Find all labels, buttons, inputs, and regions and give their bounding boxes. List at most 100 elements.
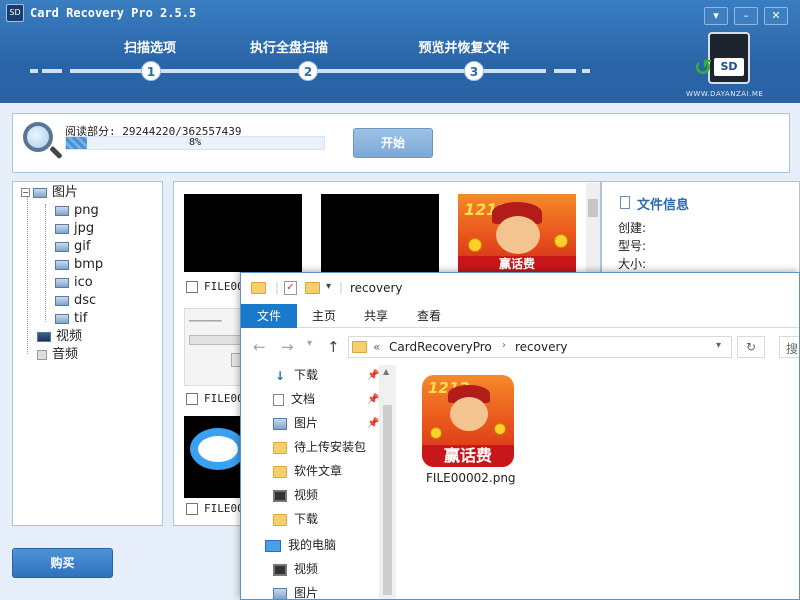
thumbnail-checkbox[interactable] <box>186 503 198 515</box>
tree-item-label: tif <box>74 311 88 326</box>
tree-item-gif[interactable]: gif <box>55 238 90 256</box>
breadcrumb-recovery[interactable]: recovery <box>515 340 568 354</box>
recent-dropdown-icon[interactable]: ▾ <box>307 338 312 349</box>
thumbnail-image[interactable]: 1212 赢话费 <box>458 194 576 272</box>
pictures-icon <box>273 417 287 430</box>
progress-bar: 8% <box>65 136 325 150</box>
nav-item-software-articles[interactable]: 软件文章 <box>273 461 342 481</box>
search-placeholder: 搜 <box>786 342 799 356</box>
nav-item-label: 视频 <box>294 562 319 576</box>
folder-icon <box>251 282 266 294</box>
scroll-up-icon[interactable]: ▲ <box>383 367 389 376</box>
tree-item-png[interactable]: png <box>55 202 99 220</box>
tree-item-pictures[interactable]: − 图片 <box>21 184 78 202</box>
pin-icon[interactable]: 📌 <box>367 394 379 405</box>
tab-file[interactable]: 文件 <box>241 304 297 328</box>
nav-item-computer-videos[interactable]: 视频 <box>273 559 318 579</box>
watermark: WWW.DAYANZAI.ME <box>686 90 764 98</box>
mascot-face <box>496 216 540 254</box>
properties-icon[interactable]: ✓ <box>284 281 297 295</box>
file-name[interactable]: FILE00002.png <box>426 471 516 485</box>
tree-item-label: 图片 <box>52 185 79 200</box>
file-type-tree: − 图片 png jpg gif bmp ico dsc tif 视频 音频 <box>12 181 163 526</box>
thumbnail-checkbox[interactable] <box>186 281 198 293</box>
scrollbar-thumb[interactable] <box>588 199 598 217</box>
magnifier-handle <box>49 145 63 160</box>
scrollbar-thumb[interactable] <box>383 405 392 595</box>
tree-item-tif[interactable]: tif <box>55 310 87 328</box>
coin-icon <box>468 238 482 252</box>
header-bar: SD Card Recovery Pro 2.5.5 ▾ – ✕ 扫描选项 1 … <box>0 0 800 103</box>
close-button[interactable]: ✕ <box>764 7 788 25</box>
tree-connector <box>27 194 28 354</box>
pin-icon[interactable]: 📌 <box>367 370 379 381</box>
refresh-button[interactable]: ↻ <box>737 336 765 358</box>
up-arrow-icon[interactable]: ↑ <box>327 338 340 356</box>
address-dropdown-icon[interactable]: ▾ <box>716 340 721 351</box>
nav-item-downloads-folder[interactable]: 下载 <box>273 509 318 529</box>
navigation-scrollbar[interactable]: ▲ <box>379 365 396 599</box>
tree-item-bmp[interactable]: bmp <box>55 256 103 274</box>
back-arrow-icon[interactable]: ← <box>253 338 266 356</box>
thumbnail-image[interactable] <box>321 194 439 272</box>
nav-item-documents[interactable]: 文档 <box>273 389 315 409</box>
file-info-title: 文件信息 <box>637 198 690 213</box>
thumbnail-checkbox[interactable] <box>186 393 198 405</box>
tree-item-label: 视频 <box>56 329 83 344</box>
tab-home[interactable]: 主页 <box>301 304 347 328</box>
folder-icon <box>273 513 287 526</box>
tree-item-audio[interactable]: 音频 <box>37 346 78 364</box>
tree-item-label: bmp <box>74 257 104 272</box>
nav-item-downloads[interactable]: ↓ 下载 <box>273 365 318 385</box>
tab-share[interactable]: 共享 <box>353 304 399 328</box>
collapse-icon[interactable]: − <box>21 188 30 197</box>
image-type-icon <box>55 295 69 306</box>
breadcrumb-cardrecoverypro[interactable]: CardRecoveryPro <box>389 340 492 354</box>
tree-item-jpg[interactable]: jpg <box>55 220 94 238</box>
step-2-label: 执行全盘扫描 <box>249 41 328 56</box>
mascot-banner: 赢话费 <box>422 445 514 467</box>
nav-item-label: 我的电脑 <box>288 538 337 552</box>
thumbnail-image[interactable] <box>184 194 302 272</box>
search-input[interactable]: 搜 <box>779 336 799 358</box>
nav-item-videos[interactable]: 视频 <box>273 485 318 505</box>
tree-item-label: png <box>74 203 99 218</box>
document-icon <box>620 196 630 209</box>
video-icon <box>273 563 287 576</box>
tree-item-video[interactable]: 视频 <box>37 328 82 346</box>
nav-item-label: 图片 <box>294 586 319 600</box>
address-input[interactable]: « CardRecoveryPro › recovery ▾ <box>348 336 732 358</box>
explorer-titlebar: | ✓ ▾ | recovery <box>241 273 799 304</box>
step-line-dash <box>30 69 38 73</box>
progress-percent: 8% <box>188 137 202 148</box>
step-3-circle: 3 <box>464 61 484 81</box>
tree-item-dsc[interactable]: dsc <box>55 292 96 310</box>
image-type-icon <box>55 313 69 324</box>
step-3-label: 预览并恢复文件 <box>418 41 510 56</box>
nav-item-computer-pictures[interactable]: 图片 <box>273 583 319 600</box>
chat-bubble-inner <box>198 436 238 462</box>
explorer-window: | ✓ ▾ | recovery 文件 主页 共享 查看 ← → ▾ ↑ « C… <box>240 272 800 600</box>
nav-item-pictures[interactable]: 图片 <box>273 413 318 433</box>
file-thumbnail[interactable]: 1212 赢话费 <box>422 375 514 467</box>
thumbnail-scrollbar[interactable] <box>586 183 600 273</box>
pictures-icon <box>33 187 47 198</box>
tree-item-label: jpg <box>74 221 95 236</box>
nav-item-pending-packages[interactable]: 待上传安装包 <box>273 437 366 457</box>
minimize-button[interactable]: – <box>734 7 758 25</box>
new-folder-icon[interactable] <box>305 282 320 294</box>
mascot-face <box>450 397 488 431</box>
dropdown-button[interactable]: ▾ <box>704 7 728 25</box>
quick-access-dropdown-icon[interactable]: ▾ <box>326 281 331 292</box>
app-logo-icon: SD <box>6 4 24 22</box>
forward-arrow-icon[interactable]: → <box>281 338 294 356</box>
image-type-icon <box>55 205 69 216</box>
tree-item-ico[interactable]: ico <box>55 274 93 292</box>
nav-item-my-computer[interactable]: 我的电脑 <box>265 535 336 555</box>
address-overflow[interactable]: « <box>373 340 380 354</box>
buy-button[interactable]: 购买 <box>12 548 113 578</box>
tab-view[interactable]: 查看 <box>406 304 452 328</box>
pin-icon[interactable]: 📌 <box>367 418 379 429</box>
start-button[interactable]: 开始 <box>353 128 433 158</box>
nav-item-label: 文档 <box>291 392 316 406</box>
